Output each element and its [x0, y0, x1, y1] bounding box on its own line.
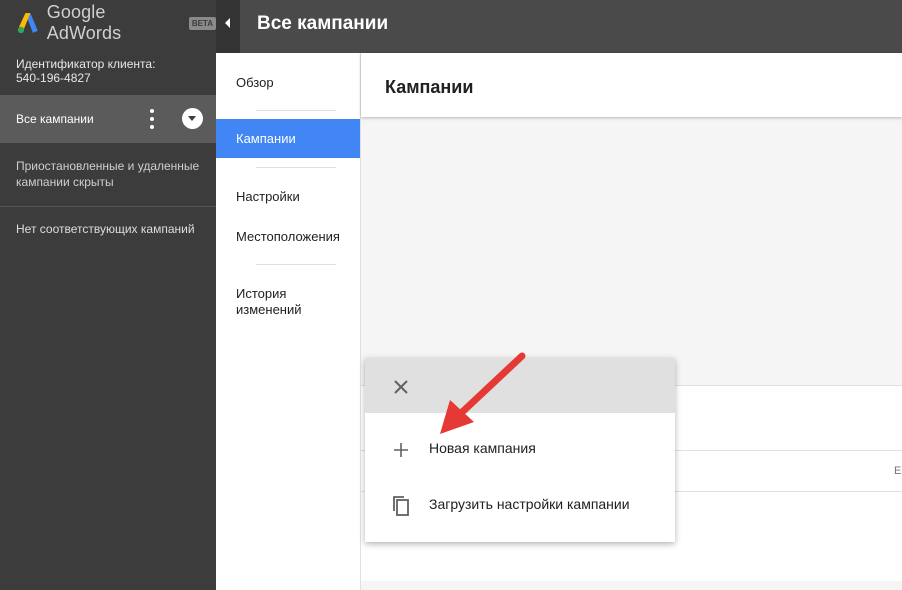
- add-campaign-menu: Новая кампания Загрузить настройки кампа…: [365, 358, 675, 542]
- main-title: Кампании: [385, 77, 474, 97]
- top-bar: Все кампании: [216, 0, 902, 53]
- sub-navigation: Обзор Кампании Настройки Местоположения …: [216, 53, 361, 590]
- subnav-divider: [256, 264, 336, 265]
- beta-badge: BETA: [188, 16, 216, 30]
- all-campaigns-row[interactable]: Все кампании: [0, 95, 216, 143]
- subnav-divider: [256, 167, 336, 168]
- new-campaign-menu-item[interactable]: Новая кампания: [365, 422, 675, 478]
- table-column-header: E: [894, 465, 902, 477]
- page-title: Все кампании: [257, 13, 389, 34]
- left-panel: Google AdWords BETA Идентификатор клиент…: [0, 0, 216, 590]
- more-options-icon[interactable]: [146, 109, 158, 129]
- menu-header: [365, 358, 675, 413]
- collapse-sidebar-icon[interactable]: [216, 0, 240, 53]
- hidden-campaigns-note: Приостановленные и удаленные кампании ск…: [16, 159, 200, 189]
- subnav-item-overview[interactable]: Обзор: [236, 75, 274, 91]
- new-campaign-label: Новая кампания: [429, 440, 536, 456]
- logo-text: Google AdWords: [46, 2, 122, 43]
- client-id-label: Идентификатор клиента:: [16, 57, 156, 71]
- subnav-item-change-history[interactable]: История изменений: [236, 286, 336, 318]
- adwords-logo-icon: [17, 13, 38, 34]
- subnav-item-campaigns[interactable]: Кампании: [216, 119, 360, 158]
- copy-icon: [389, 494, 413, 518]
- subnav-item-settings[interactable]: Настройки: [236, 189, 300, 205]
- sidebar-divider: [0, 206, 216, 207]
- close-icon[interactable]: [389, 375, 413, 399]
- subnav-divider: [256, 110, 336, 111]
- subnav-item-locations[interactable]: Местоположения: [236, 229, 340, 245]
- plus-icon: [389, 438, 413, 462]
- main-header: Кампании: [361, 53, 902, 117]
- subnav-item-campaigns-label: Кампании: [236, 131, 296, 146]
- client-id-value: 540-196-4827: [16, 71, 91, 85]
- all-campaigns-label: Все кампании: [16, 112, 94, 126]
- dropdown-arrow-icon[interactable]: [182, 108, 203, 129]
- no-matching-campaigns: Нет соответствующих кампаний: [16, 222, 195, 236]
- upload-settings-menu-item[interactable]: Загрузить настройки кампании: [365, 478, 675, 534]
- adwords-logo[interactable]: Google AdWords BETA: [16, 2, 216, 43]
- upload-settings-label: Загрузить настройки кампании: [429, 496, 630, 512]
